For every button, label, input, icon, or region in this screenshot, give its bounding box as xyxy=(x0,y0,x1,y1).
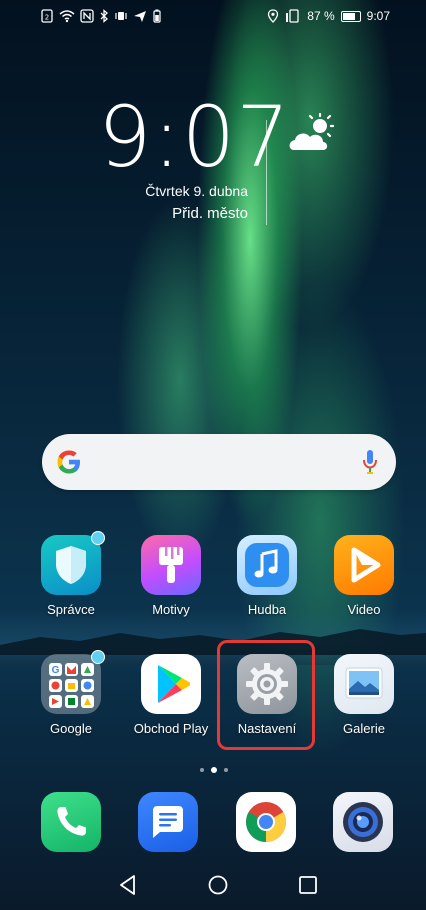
chrome-icon[interactable] xyxy=(236,792,296,852)
google-g-icon xyxy=(57,450,80,474)
app-label: Správce xyxy=(47,602,95,617)
svg-text:G: G xyxy=(52,665,60,676)
vibrate-icon xyxy=(115,12,127,20)
notification-badge xyxy=(91,531,105,545)
bluetooth-icon xyxy=(100,9,108,23)
app-label: Google xyxy=(50,721,92,736)
app-galerie[interactable]: Galerie xyxy=(324,654,404,736)
battery-percent: 87 % xyxy=(307,9,335,23)
music-note-icon xyxy=(237,535,297,595)
status-icons-right: 87 % 9:07 xyxy=(267,9,390,23)
page-dot[interactable] xyxy=(200,768,204,772)
app-label: Galerie xyxy=(343,721,385,736)
add-city-link[interactable]: Přid. město xyxy=(172,205,248,222)
highlight-box xyxy=(217,640,315,750)
status-time: 9:07 xyxy=(366,9,390,23)
clock-date[interactable]: Čtvrtek 9. dubna xyxy=(145,183,248,199)
wifi-icon xyxy=(59,10,75,23)
nfc-icon xyxy=(80,9,94,23)
gallery-icon xyxy=(334,654,394,714)
app-motivy[interactable]: Motivy xyxy=(131,535,211,617)
app-obchod-play[interactable]: Obchod Play xyxy=(131,654,211,736)
messages-icon[interactable] xyxy=(138,792,198,852)
camera-icon[interactable] xyxy=(333,792,393,852)
battery-icon xyxy=(340,10,361,22)
home-icon[interactable] xyxy=(205,872,231,898)
brush-icon xyxy=(141,535,201,595)
location-arrow-icon xyxy=(134,11,146,22)
signal-icon xyxy=(286,9,299,23)
notification-badge xyxy=(91,650,105,664)
play-icon xyxy=(334,535,394,595)
status-icons-left: 2 xyxy=(40,9,162,23)
app-label: Motivy xyxy=(152,602,190,617)
recents-icon[interactable] xyxy=(295,872,321,898)
page-dot-active[interactable] xyxy=(211,767,217,773)
app-label: Obchod Play xyxy=(133,721,209,736)
svg-text:2: 2 xyxy=(45,14,49,22)
status-bar: 2 87 % 9:07 xyxy=(0,0,426,34)
google-folder-icon: G xyxy=(41,654,101,714)
app-google-folder[interactable]: G Google xyxy=(31,650,111,736)
sim-icon: 2 xyxy=(41,9,53,23)
page-indicator[interactable] xyxy=(200,767,228,773)
page-dot[interactable] xyxy=(224,768,228,772)
app-spravce[interactable]: Správce xyxy=(31,531,111,617)
app-video[interactable]: Video xyxy=(324,535,404,617)
mountain-silhouette xyxy=(0,629,426,655)
google-search-bar[interactable] xyxy=(42,434,396,490)
phone-icon[interactable] xyxy=(41,792,101,852)
back-icon[interactable] xyxy=(115,872,141,898)
home-screen: 2 87 % 9:07 9:07 Čtvrtek 9. dubna Přid. … xyxy=(0,0,426,910)
battery-saver-icon xyxy=(153,9,161,23)
app-label: Hudba xyxy=(247,602,287,617)
play-store-icon xyxy=(141,654,201,714)
partly-sunny-icon[interactable] xyxy=(286,112,338,158)
clock-time[interactable]: 9:07 xyxy=(98,95,291,179)
location-pin-icon xyxy=(268,9,279,23)
app-hudba[interactable]: Hudba xyxy=(227,535,307,617)
navigation-bar xyxy=(0,860,426,910)
app-label: Video xyxy=(347,602,381,617)
clock-divider xyxy=(266,120,267,225)
microphone-icon[interactable] xyxy=(362,448,378,476)
shield-icon xyxy=(41,535,101,595)
